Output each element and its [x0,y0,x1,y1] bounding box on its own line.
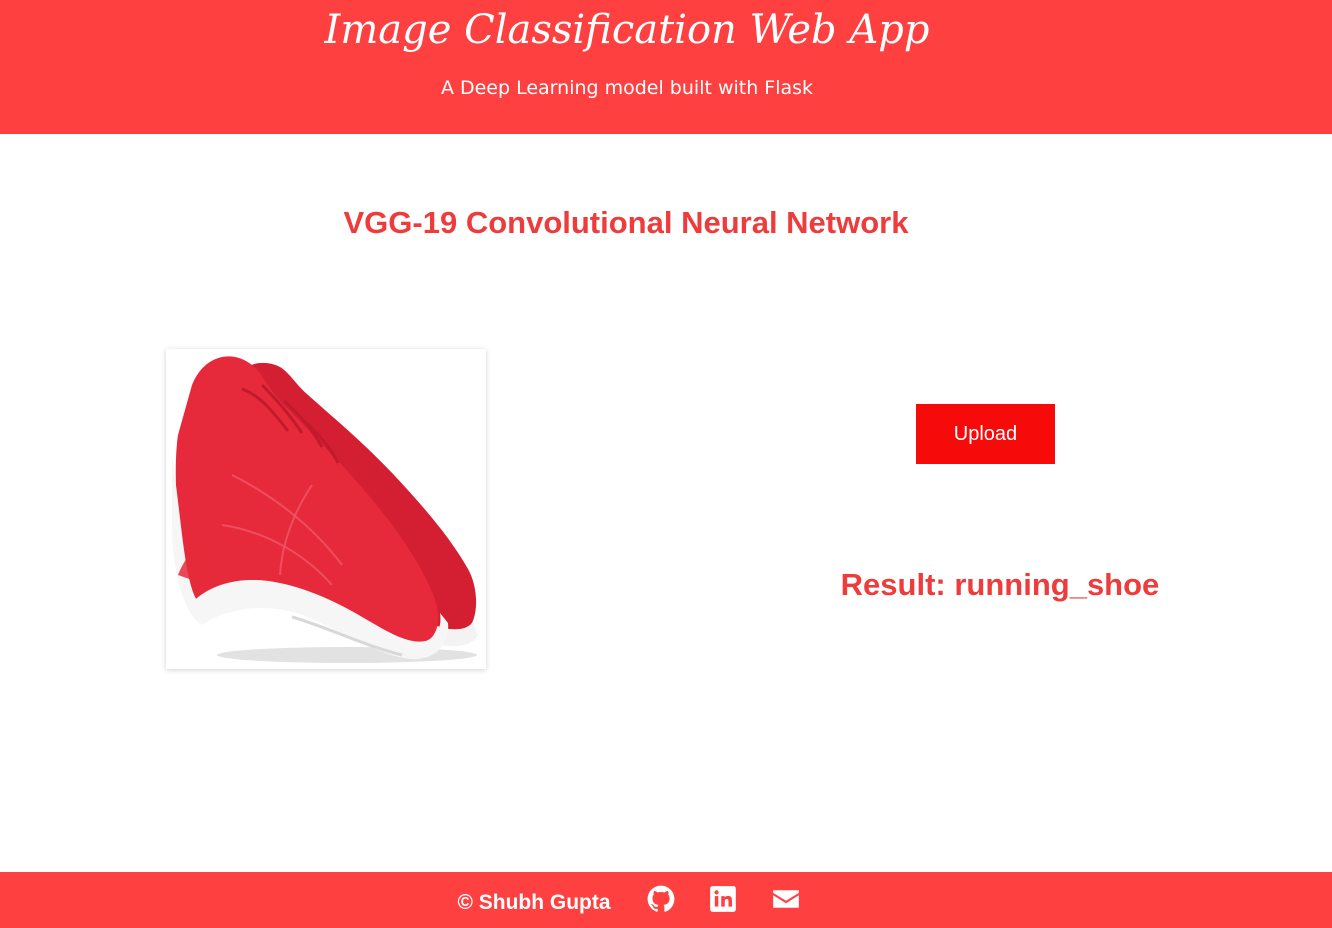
envelope-icon[interactable] [772,885,800,913]
linkedin-icon[interactable] [709,885,737,913]
app-title: Image Classification Web App [324,7,930,53]
github-icon[interactable] [647,885,675,913]
model-heading: VGG-19 Convolutional Neural Network [343,205,909,240]
app-header: Image Classification Web App A Deep Lear… [0,0,1332,134]
upload-button[interactable]: Upload [916,404,1055,464]
uploaded-image [172,355,480,663]
app-subtitle: A Deep Learning model built with Flask [440,77,814,99]
uploaded-image-card [166,349,486,669]
copyright-text: © Shubh Gupta [457,891,611,914]
running-shoe-image [172,356,478,663]
app-footer: © Shubh Gupta [0,872,1332,928]
result-text: Result: running_shoe [840,567,1160,602]
